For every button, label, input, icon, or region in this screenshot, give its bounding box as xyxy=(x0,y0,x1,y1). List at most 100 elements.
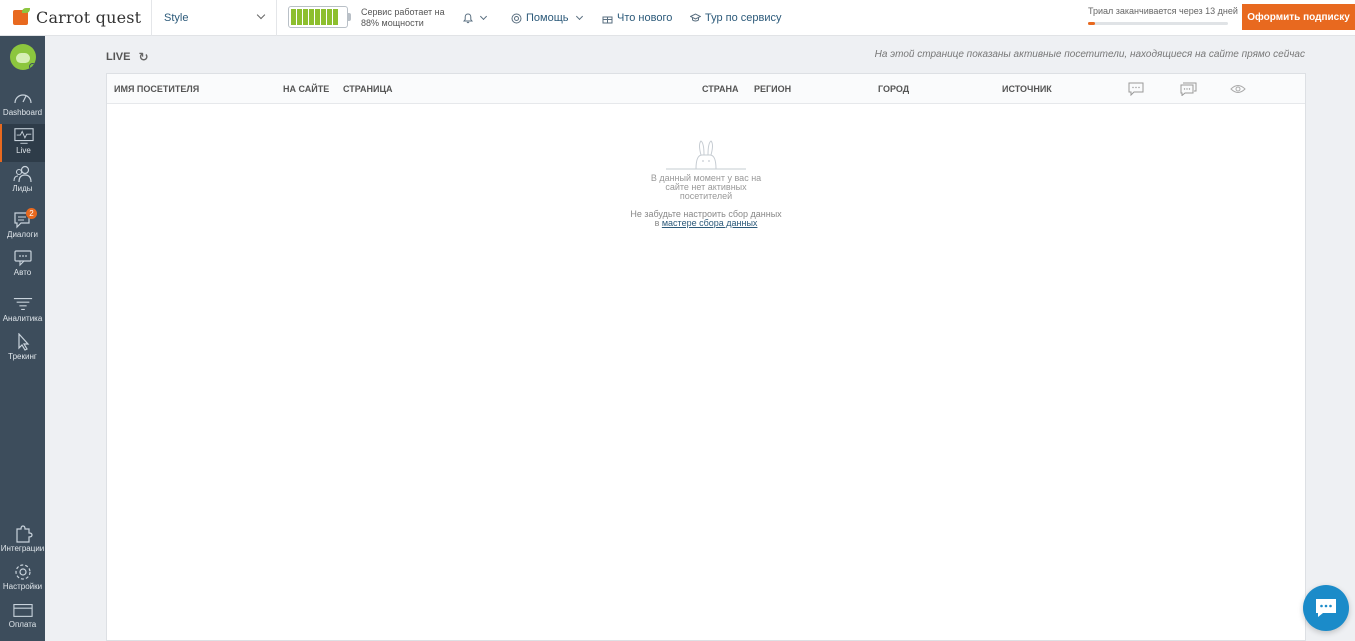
data-collection-wizard-link[interactable]: мастере сбора данных xyxy=(662,218,758,228)
sidebar-item-label: Диалоги xyxy=(7,230,38,239)
column-name[interactable]: Имя посетителя xyxy=(114,74,199,104)
hint-prefix: в xyxy=(654,218,660,228)
visitors-table: Имя посетителя На сайте Страница Страна … xyxy=(106,73,1306,641)
trial-text: Триал заканчивается через 13 дней xyxy=(1088,6,1238,16)
trial-progress-bar xyxy=(1088,22,1228,25)
sidebar-item-label: Авто xyxy=(13,268,32,277)
empty-bunny-icon xyxy=(666,138,746,170)
logo[interactable]: Carrot quest xyxy=(13,6,141,28)
battery-cell xyxy=(327,9,332,25)
app-select[interactable]: Style xyxy=(152,0,276,36)
divider xyxy=(276,0,277,36)
column-region[interactable]: Регион xyxy=(754,74,791,104)
page-title: LIVE ↻ xyxy=(106,50,149,64)
puzzle-icon xyxy=(15,525,33,543)
chat-bubble-icon xyxy=(1316,599,1336,617)
sidebar-item-label: Лиды xyxy=(12,184,33,193)
sidebar-item-label: Настройки xyxy=(2,582,43,591)
whats-new-link[interactable]: Что нового xyxy=(602,0,672,36)
lifebuoy-icon xyxy=(511,13,522,23)
column-country[interactable]: Страна xyxy=(702,74,738,104)
sidebar-item-settings[interactable]: Настройки xyxy=(0,560,45,598)
carrot-logo-icon xyxy=(13,8,31,26)
sidebar-item-live[interactable]: Live xyxy=(0,124,45,162)
sidebar-item-label: Трекинг xyxy=(8,352,37,361)
empty-state-hint: Не забудьте настроить сбор данных в маст… xyxy=(107,210,1305,228)
logo-text: Carrot quest xyxy=(36,7,142,27)
sidebar-item-label: Оплата xyxy=(8,620,37,629)
graduation-cap-icon xyxy=(690,13,701,22)
column-city[interactable]: Город xyxy=(878,74,909,104)
battery-cell xyxy=(303,9,308,25)
chevron-down-icon xyxy=(256,10,266,20)
auto-message-icon xyxy=(13,250,32,267)
tour-link[interactable]: Тур по сервису xyxy=(690,0,782,36)
battery-cell xyxy=(315,9,320,25)
dialogs-icon xyxy=(1180,82,1197,96)
card-icon xyxy=(12,604,33,617)
chevron-down-icon xyxy=(479,12,488,21)
sidebar-item-integrations[interactable]: Интеграции xyxy=(0,522,45,560)
column-views-icon[interactable] xyxy=(1230,82,1246,96)
power-status-line2: 88% мощности xyxy=(361,18,424,28)
battery-cell xyxy=(321,9,326,25)
tour-label: Тур по сервису xyxy=(705,12,782,24)
help-label: Помощь xyxy=(526,12,569,24)
sidebar-item-dashboard[interactable]: Dashboard xyxy=(0,86,45,124)
column-chat-icon[interactable] xyxy=(1128,82,1144,96)
page-title-text: LIVE xyxy=(106,51,131,63)
battery-cell xyxy=(309,9,314,25)
chevron-down-icon xyxy=(575,12,583,21)
battery-cell xyxy=(291,9,296,25)
power-battery-icon xyxy=(288,6,351,28)
column-page[interactable]: Страница xyxy=(343,74,393,104)
chat-launcher-button[interactable] xyxy=(1303,585,1349,631)
column-source[interactable]: Источник xyxy=(1002,74,1052,104)
cursor-icon xyxy=(17,333,29,351)
power-status: Сервис работает на 88% мощности xyxy=(361,7,451,29)
app-select-value: Style xyxy=(164,12,189,24)
trial-progress-fill xyxy=(1088,22,1095,25)
sidebar-item-label: Dashboard xyxy=(2,108,43,117)
empty-state: В данный момент у вас на сайте нет актив… xyxy=(107,138,1305,228)
sidebar-item-tracking[interactable]: Трекинг xyxy=(0,330,45,368)
help-menu[interactable]: Помощь xyxy=(511,0,583,36)
online-status-dot xyxy=(29,63,36,70)
gift-icon xyxy=(602,16,613,23)
top-bar: Carrot quest Style Сервис работает на 88… xyxy=(0,0,1355,36)
sidebar-item-label: Аналитика xyxy=(2,314,43,323)
column-dialogs-icon[interactable] xyxy=(1180,82,1197,96)
table-header: Имя посетителя На сайте Страница Страна … xyxy=(107,74,1305,104)
subscribe-button[interactable]: Оформить подписку xyxy=(1242,4,1355,30)
empty-state-message: В данный момент у вас на сайте нет актив… xyxy=(644,174,769,201)
message-icon xyxy=(1128,82,1144,96)
power-status-line1: Сервис работает на xyxy=(361,7,445,17)
sidebar-item-analytics[interactable]: Аналитика xyxy=(0,292,45,330)
trial-status: Триал заканчивается через 13 дней xyxy=(1088,6,1238,25)
sidebar-item-leads[interactable]: Лиды xyxy=(0,162,45,200)
eye-icon xyxy=(1230,85,1246,93)
whats-new-label: Что нового xyxy=(617,12,673,24)
avatar[interactable] xyxy=(10,44,36,70)
sidebar-item-auto[interactable]: Авто xyxy=(0,246,45,284)
gear-icon xyxy=(14,564,31,580)
sidebar-item-dialogs[interactable]: 2 Диалоги xyxy=(0,208,45,246)
gauge-icon xyxy=(13,94,32,104)
empty-line: посетителей xyxy=(679,191,733,201)
notifications-menu[interactable] xyxy=(463,0,488,36)
sidebar-item-billing[interactable]: Оплата xyxy=(0,598,45,636)
bell-icon xyxy=(463,12,473,23)
funnel-icon xyxy=(13,298,32,310)
monitor-pulse-icon xyxy=(13,128,34,144)
sidebar: Dashboard Live Лиды 2 Диалоги Авто Анали… xyxy=(0,36,45,641)
page-description: На этой странице показаны активные посет… xyxy=(874,49,1305,60)
users-icon xyxy=(12,165,32,183)
main-content: LIVE ↻ На этой странице показаны активны… xyxy=(45,36,1355,641)
battery-cell xyxy=(297,9,302,25)
unread-badge: 2 xyxy=(26,208,37,219)
sidebar-item-label: Live xyxy=(16,146,31,155)
sidebar-item-label: Интеграции xyxy=(0,544,45,553)
refresh-icon[interactable]: ↻ xyxy=(138,50,148,64)
column-on-site[interactable]: На сайте xyxy=(283,74,329,104)
battery-cell xyxy=(333,9,338,25)
